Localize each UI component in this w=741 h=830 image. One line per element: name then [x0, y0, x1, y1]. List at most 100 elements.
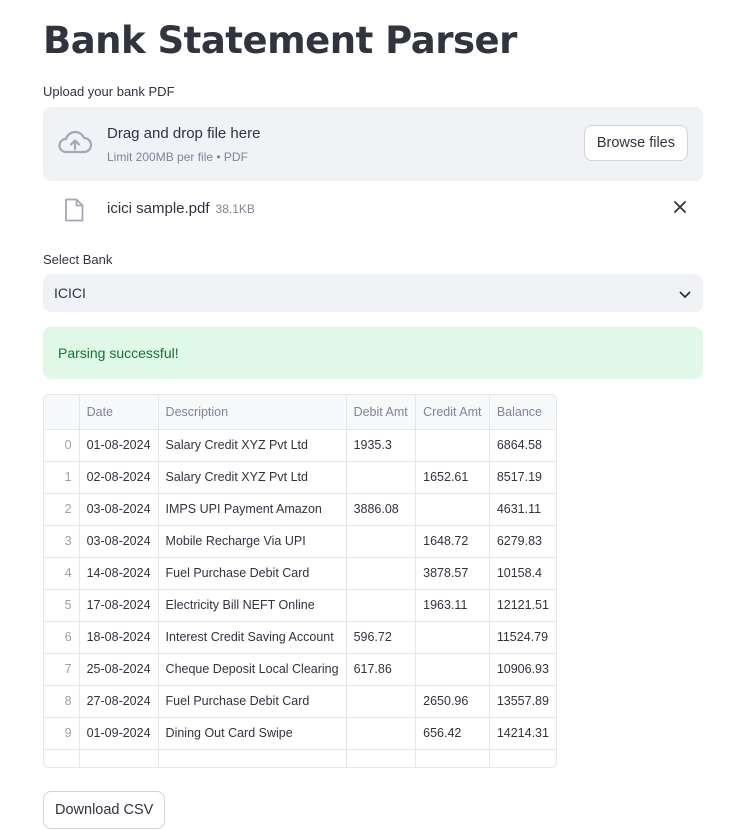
cell-debit[interactable]: 617.86: [346, 653, 417, 686]
close-icon[interactable]: [673, 200, 687, 219]
transactions-table[interactable]: Date Description Debit Amt Credit Amt Ba…: [43, 394, 557, 768]
cell-credit[interactable]: 2650.96: [415, 685, 490, 718]
cell-description[interactable]: Salary Credit XYZ Pvt Ltd: [158, 429, 347, 462]
cell-debit[interactable]: [346, 557, 417, 590]
cell-balance[interactable]: 6864.58: [489, 429, 556, 462]
table-row: 2 03-08-2024 IMPS UPI Payment Amazon 3886.0…: [44, 493, 556, 526]
table-row: 3 03-08-2024 Mobile Recharge Via UPI 1648.7…: [44, 525, 556, 558]
cell-balance[interactable]: 14214.31: [489, 717, 556, 750]
cell-debit[interactable]: 596.72: [346, 621, 417, 654]
cell-date[interactable]: 25-08-2024: [79, 653, 159, 686]
cell-date[interactable]: 01-08-2024: [79, 429, 159, 462]
table-cell: [79, 749, 159, 767]
cell-balance[interactable]: 10906.93: [489, 653, 556, 686]
cell-balance[interactable]: 4631.11: [489, 493, 556, 526]
row-index[interactable]: 9: [44, 717, 80, 750]
cell-balance[interactable]: 13557.89: [489, 685, 556, 718]
cell-description[interactable]: Fuel Purchase Debit Card: [158, 557, 347, 590]
cell-description[interactable]: Electricity Bill NEFT Online: [158, 589, 347, 622]
success-message: Parsing successful!: [58, 345, 179, 361]
table-row: 4 14-08-2024 Fuel Purchase Debit Card 3878.…: [44, 557, 556, 590]
cell-credit[interactable]: 1963.11: [415, 589, 490, 622]
table-cell: [489, 749, 556, 767]
column-header-balance[interactable]: Balance: [489, 395, 556, 430]
cell-credit[interactable]: 1648.72: [415, 525, 490, 558]
row-index[interactable]: 6: [44, 621, 80, 654]
cell-date[interactable]: 01-09-2024: [79, 717, 159, 750]
cell-credit[interactable]: [415, 493, 490, 526]
file-dropzone[interactable]: Drag and drop file here Limit 200MB per …: [43, 107, 703, 181]
column-header-credit[interactable]: Credit Amt: [415, 395, 490, 430]
cell-description[interactable]: Cheque Deposit Local Clearing: [158, 653, 347, 686]
download-csv-button[interactable]: Download CSV: [43, 791, 166, 829]
cell-date[interactable]: 03-08-2024: [79, 525, 159, 558]
table-header-row: Date Description Debit Amt Credit Amt Ba…: [44, 395, 556, 430]
cell-date[interactable]: 27-08-2024: [79, 685, 159, 718]
table-row: 7 25-08-2024 Cheque Deposit Local Clearing…: [44, 653, 556, 686]
cell-balance[interactable]: 6279.83: [489, 525, 556, 558]
uploaded-file: icici sample.pdf 38.1KB: [43, 190, 703, 230]
row-index[interactable]: 2: [44, 493, 80, 526]
cell-debit[interactable]: [346, 461, 417, 494]
cell-date[interactable]: 14-08-2024: [79, 557, 159, 590]
cell-balance[interactable]: 11524.79: [489, 621, 556, 654]
cell-description[interactable]: Fuel Purchase Debit Card: [158, 685, 347, 718]
bank-select-label: Select Bank: [43, 252, 113, 267]
table-row: 6 18-08-2024 Interest Credit Saving Accoun…: [44, 621, 556, 654]
row-index[interactable]: 7: [44, 653, 80, 686]
column-header-date[interactable]: Date: [79, 395, 159, 430]
table-cell: [44, 749, 80, 767]
row-index[interactable]: 8: [44, 685, 80, 718]
cell-description[interactable]: Salary Credit XYZ Pvt Ltd: [158, 461, 347, 494]
row-index[interactable]: 1: [44, 461, 80, 494]
bank-select-value: ICICI: [54, 285, 86, 301]
cell-credit[interactable]: [415, 429, 490, 462]
cell-debit[interactable]: 1935.3: [346, 429, 417, 462]
cell-description[interactable]: Dining Out Card Swipe: [158, 717, 347, 750]
bank-select[interactable]: ICICI: [43, 274, 703, 312]
dropzone-limit: Limit 200MB per file • PDF: [107, 150, 248, 164]
table-row: 9 01-09-2024 Dining Out Card Swipe 656.42 14…: [44, 717, 556, 750]
upload-label: Upload your bank PDF: [43, 84, 175, 99]
table-row: 5 17-08-2024 Electricity Bill NEFT Online 1…: [44, 589, 556, 622]
column-header-index: [44, 395, 80, 430]
cell-description[interactable]: Interest Credit Saving Account: [158, 621, 347, 654]
row-index[interactable]: 5: [44, 589, 80, 622]
cell-credit[interactable]: 3878.57: [415, 557, 490, 590]
cell-credit[interactable]: [415, 621, 490, 654]
cell-balance[interactable]: 8517.19: [489, 461, 556, 494]
table-cell: [415, 749, 490, 767]
cell-debit[interactable]: 3886.08: [346, 493, 417, 526]
success-alert: Parsing successful!: [43, 327, 703, 379]
cell-credit[interactable]: 1652.61: [415, 461, 490, 494]
row-index[interactable]: 3: [44, 525, 80, 558]
cell-debit[interactable]: [346, 685, 417, 718]
cell-description[interactable]: IMPS UPI Payment Amazon: [158, 493, 347, 526]
cell-date[interactable]: 03-08-2024: [79, 493, 159, 526]
cell-debit[interactable]: [346, 525, 417, 558]
column-header-debit[interactable]: Debit Amt: [346, 395, 417, 430]
file-name: icici sample.pdf: [107, 200, 210, 217]
table-cell: [346, 749, 417, 767]
cell-credit[interactable]: [415, 653, 490, 686]
cell-credit[interactable]: 656.42: [415, 717, 490, 750]
cell-debit[interactable]: [346, 589, 417, 622]
chevron-down-icon: [679, 287, 691, 305]
file-icon: [64, 198, 84, 227]
row-index[interactable]: 4: [44, 557, 80, 590]
cell-balance[interactable]: 10158.4: [489, 557, 556, 590]
column-header-description[interactable]: Description: [158, 395, 347, 430]
row-index[interactable]: 0: [44, 429, 80, 462]
table-row: [44, 749, 556, 767]
cell-date[interactable]: 17-08-2024: [79, 589, 159, 622]
browse-files-button[interactable]: Browse files: [583, 125, 688, 161]
cell-balance[interactable]: 12121.51: [489, 589, 556, 622]
cell-date[interactable]: 18-08-2024: [79, 621, 159, 654]
dropzone-instruction: Drag and drop file here: [107, 125, 261, 142]
table-cell: [158, 749, 347, 767]
cell-debit[interactable]: [346, 717, 417, 750]
cell-description[interactable]: Mobile Recharge Via UPI: [158, 525, 347, 558]
cell-date[interactable]: 02-08-2024: [79, 461, 159, 494]
table-row: 1 02-08-2024 Salary Credit XYZ Pvt Ltd 1652…: [44, 461, 556, 494]
table-row: 8 27-08-2024 Fuel Purchase Debit Card 2650.…: [44, 685, 556, 718]
